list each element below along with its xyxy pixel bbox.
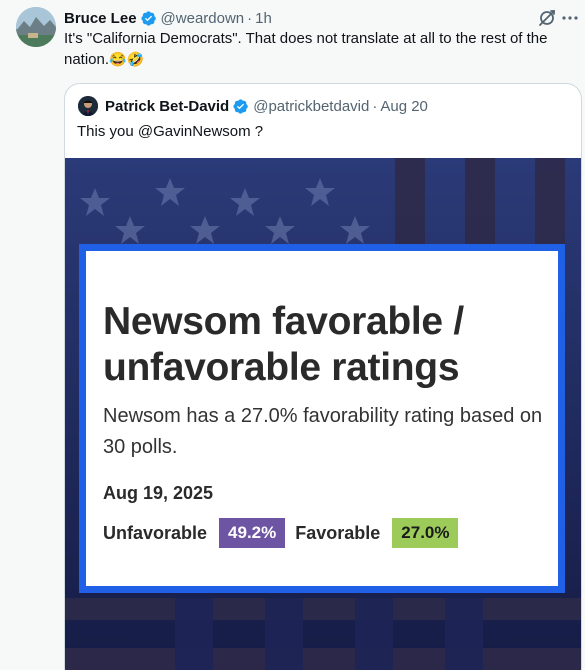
tweet-header: Bruce Lee @weardown · 1h (64, 8, 272, 28)
verified-badge-icon (233, 98, 248, 114)
quoted-tweet[interactable]: Patrick Bet-David @patrickbetdavid · Aug… (64, 83, 582, 670)
verified-badge-icon (140, 10, 156, 26)
separator-dot: · (247, 9, 253, 27)
ratings-card-inner: Newsom favorable / unfavorable ratings N… (86, 251, 558, 586)
author-handle[interactable]: @weardown (161, 10, 245, 27)
more-icon[interactable] (560, 8, 580, 28)
avatar[interactable] (16, 7, 56, 47)
quoted-header: Patrick Bet-David @patrickbetdavid · Aug… (105, 96, 428, 116)
grok-icon[interactable] (537, 8, 557, 28)
quoted-author-name[interactable]: Patrick Bet-David (105, 98, 229, 115)
ratings-row: Unfavorable 49.2% Favorable 27.0% (103, 518, 468, 548)
card-subtitle: Newsom has a 27.0% favorability rating b… (103, 405, 543, 458)
quoted-text: This you @GavinNewsom ? (77, 123, 264, 140)
quoted-date[interactable]: Aug 20 (380, 98, 428, 115)
quoted-media-image[interactable]: Newsom favorable / unfavorable ratings N… (65, 158, 581, 670)
unfavorable-label: Unfavorable (103, 522, 208, 543)
card-date: Aug 19, 2025 (103, 483, 214, 503)
favorable-badge: 27.0% (392, 518, 459, 548)
favorable-label: Favorable (295, 522, 381, 543)
quoted-avatar[interactable] (78, 96, 98, 116)
separator-dot: · (372, 97, 378, 115)
tweet-text: It's "California Democrats". That does n… (64, 29, 574, 70)
unfavorable-badge: 49.2% (219, 518, 286, 548)
timestamp[interactable]: 1h (255, 10, 272, 27)
tweet-emojis: 😂🤣 (109, 51, 144, 67)
ratings-card: Newsom favorable / unfavorable ratings N… (79, 244, 565, 593)
author-name[interactable]: Bruce Lee (64, 10, 137, 27)
card-title: Newsom favorable / unfavorable ratings (103, 300, 464, 389)
tweet[interactable]: Bruce Lee @weardown · 1h It's "Californi… (0, 0, 585, 670)
quoted-author-handle[interactable]: @patrickbetdavid (253, 98, 369, 115)
